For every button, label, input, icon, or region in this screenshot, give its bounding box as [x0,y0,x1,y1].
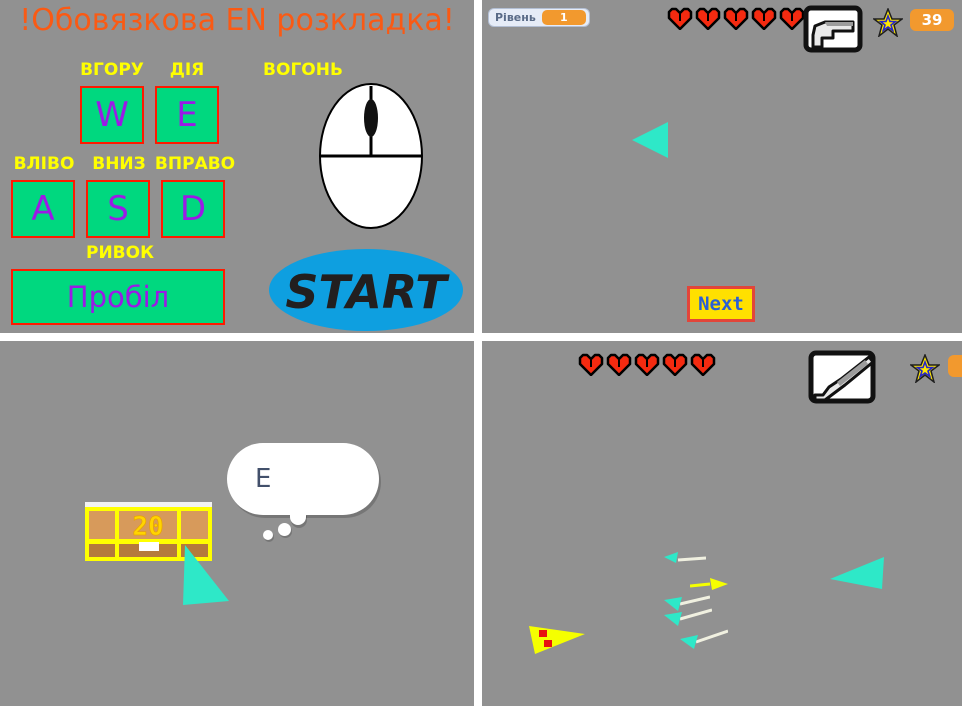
score-badge [948,355,962,377]
shotgun-icon [807,349,877,405]
start-button-label: START [285,265,450,319]
heart-icon [667,6,693,31]
key-label-dash: РИВОК [86,243,154,263]
cyan-triangle-ship [630,118,670,162]
yellow-bullet [689,576,730,592]
speech-bubble: E [227,443,379,515]
next-button-label: Next [698,293,744,315]
heart-icon [751,6,777,31]
level-readout-value: 1 [541,10,586,25]
keycap-a-text: A [31,189,55,229]
start-button[interactable]: START [268,248,464,332]
speech-bubble-dot-large [278,523,291,536]
score-badge: 39 [910,9,954,31]
keycap-space[interactable]: Пробіл [11,269,225,325]
key-label-right: ВПРАВО [154,154,236,174]
keycap-s-text: S [107,189,129,229]
lives-hearts [578,352,716,377]
level-panel: Рівень 1 39 Next [482,0,962,333]
cyan-triangle-ship [183,545,231,607]
cyan-bullet [676,629,729,649]
lives-hearts [667,6,805,31]
mouse-icon [318,82,424,230]
combat-panel [482,341,962,706]
mouse-label-fire: ВОГОНЬ [263,60,343,80]
keycap-w-text: W [95,95,129,135]
heart-icon [662,352,688,377]
keycap-d[interactable]: D [161,180,225,238]
key-label-down: ВНИЗ [92,154,146,174]
level-readout-label: Рівень [495,11,536,24]
speech-bubble-text: E [255,464,272,494]
key-label-left: ВЛІВО [13,154,75,174]
heart-icon [779,6,805,31]
next-button[interactable]: Next [687,286,755,322]
keycap-w[interactable]: W [80,86,144,144]
heart-icon [723,6,749,31]
page-title: !Обовязкова EN розкладка! [19,3,455,38]
heart-icon [695,6,721,31]
key-label-action: ДІЯ [169,60,205,80]
key-label-up: ВГОРУ [80,60,144,80]
cyan-bullet [662,549,707,565]
pistol-icon [803,5,863,53]
chest-panel: 20 E [0,341,474,706]
keycap-e-text: E [176,95,198,135]
chest-amount: 20 [132,512,163,542]
star-icon [908,352,942,384]
cyan-triangle-ship [830,557,886,591]
keycap-d-text: D [179,189,207,229]
keycap-e[interactable]: E [155,86,219,144]
speech-bubble-dot-small [263,530,273,540]
controls-panel: !Обовязкова EN розкладка! ВГОРУ ДІЯ ВЛІВ… [0,0,474,333]
star-icon [871,6,905,38]
heart-icon [690,352,716,377]
speech-bubble-tail [290,513,306,525]
yellow-triangle-enemy [527,618,587,656]
keycap-space-text: Пробіл [66,279,170,314]
heart-icon [578,352,604,377]
heart-icon [606,352,632,377]
screenshot-root: !Обовязкова EN розкладка! ВГОРУ ДІЯ ВЛІВ… [0,0,962,706]
level-readout: Рівень 1 [488,8,590,27]
cyan-bullet [662,608,713,626]
keycap-s[interactable]: S [86,180,150,238]
heart-icon [634,352,660,377]
keycap-a[interactable]: A [11,180,75,238]
